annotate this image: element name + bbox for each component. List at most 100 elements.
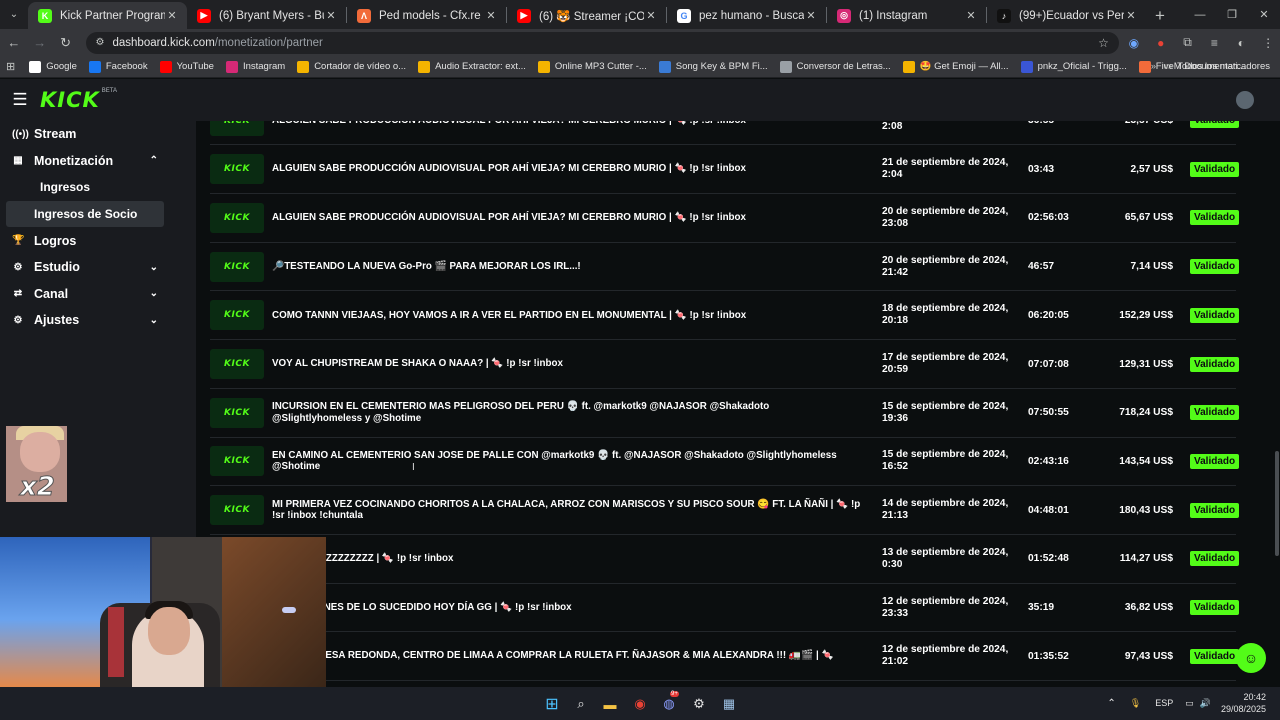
bookmark-item[interactable]: pnkz_Oficial - Trigg... [1020, 60, 1127, 73]
sidebar-item-estudio[interactable]: ⚙ Estudio ⌄ [0, 254, 196, 281]
browser-tab[interactable]: K Kick Partner Program - Kick Da✕ [28, 2, 187, 29]
back-icon[interactable]: ← [2, 31, 26, 55]
tab-close-icon[interactable]: ✕ [165, 9, 179, 22]
table-row[interactable]: KICK INCURSION EN EL CEMENTERIO MAS PELIG… [210, 389, 1240, 438]
chevron-up-icon[interactable]: ⌃ [150, 155, 158, 166]
bookmark-item[interactable]: Audio Extractor: ext... [418, 60, 526, 73]
extension-icon[interactable]: ● [1149, 31, 1173, 55]
tab-close-icon[interactable]: ✕ [1124, 9, 1138, 22]
windows-start-icon[interactable]: ⊞ [543, 695, 561, 713]
new-tab-button[interactable]: + [1146, 2, 1174, 29]
table-row[interactable]: KICKZZZZZZZZZZZZZZZZZ | 🍬 !p !sr !inbox1… [210, 535, 1240, 584]
table-row[interactable]: KICK EN CAMINO AL CEMENTERIO SAN JOSE DE … [210, 438, 1240, 487]
steam-icon[interactable]: ⚙ [690, 695, 708, 713]
bookmark-item[interactable]: Song Key & BPM Fi... [658, 60, 768, 73]
browser-tab[interactable]: Λ Ped models - Cfx.re Docs✕ [347, 2, 506, 29]
clock[interactable]: 20:42 29/08/2025 [1221, 691, 1266, 715]
restore-icon[interactable]: ❐ [1216, 0, 1248, 29]
stream-title[interactable]: ALGUIEN SABE PRODUCCIÓN AUDIOVISUAL POR … [272, 212, 862, 224]
stream-thumbnail[interactable]: KICK [210, 300, 264, 331]
search-icon[interactable]: ⌕ [572, 695, 590, 713]
bookmark-star-icon[interactable]: ☆ [1098, 36, 1109, 50]
table-row[interactable]: KICK ALGUIEN SABE PRODUCCIÓN AUDIOVISUAL … [210, 194, 1240, 243]
language-indicator[interactable]: ESP [1155, 698, 1173, 708]
stream-thumbnail[interactable]: KICK [210, 202, 264, 233]
stream-title[interactable]: CLARACIONES DE LO SUCEDIDO HOY DÍA GG | … [272, 602, 862, 614]
sidebar-item-stream[interactable]: ((•)) Stream [0, 121, 196, 148]
extensions-puzzle-icon[interactable]: ⧉ [1176, 31, 1200, 55]
sidebar-item-monetización[interactable]: ▦ Monetización ⌃ [0, 148, 196, 175]
stream-title[interactable]: MI PRIMERA VEZ COCINANDO CHORITOS A LA C… [272, 499, 862, 522]
stream-title[interactable]: ALGUIEN SABE PRODUCCIÓN AUDIOVISUAL POR … [272, 121, 862, 126]
stream-title[interactable]: EN CAMINO AL CEMENTERIO SAN JOSE DE PALL… [272, 450, 862, 473]
stream-title[interactable]: VOY AL CHUPISTREAM DE SHAKA O NAAA? | 🍬 … [272, 358, 862, 370]
calculator-icon[interactable]: ▦ [720, 695, 738, 713]
close-window-icon[interactable]: ✕ [1248, 0, 1280, 29]
stream-title[interactable]: 🔎TESTEANDO LA NUEVA Go-Pro 🎬 PARA MEJORA… [272, 261, 862, 273]
tab-close-icon[interactable]: ✕ [324, 9, 338, 22]
bookmark-item[interactable]: Google [29, 60, 77, 73]
stream-thumbnail[interactable]: KICK [210, 349, 264, 380]
tab-close-icon[interactable]: ✕ [644, 9, 658, 22]
browser-tab[interactable]: ▶ (6) Bryant Myers - Burlao (Vide✕ [187, 2, 346, 29]
browser-tab[interactable]: ♪ (99+)Ecuador vs Perú: Cuartos✕ [987, 2, 1146, 29]
stream-thumbnail[interactable]: KICK [210, 154, 264, 185]
bookmark-item[interactable]: Online MP3 Cutter -... [537, 60, 647, 73]
chevron-down-icon[interactable]: ⌄ [150, 262, 158, 273]
browser-tab[interactable]: ▶ (6) 🐯 Streamer ¡COMPRA UN✕ [507, 2, 666, 29]
bookmark-item[interactable]: Cortador de vídeo o... [297, 60, 406, 73]
support-chat-icon[interactable]: ☺ [1236, 643, 1266, 673]
sidebar-item-canal[interactable]: ⇄ Canal ⌄ [0, 281, 196, 308]
chevron-down-icon[interactable]: ⌄ [150, 288, 158, 299]
all-bookmarks-folder[interactable]: ▭ Todos los marcadores [1163, 61, 1270, 72]
stream-title[interactable]: COMO TANNN VIEJAAS, HOY VAMOS A IR A VER… [272, 310, 862, 322]
stream-thumbnail[interactable]: KICK [210, 495, 264, 526]
file-explorer-icon[interactable]: ▬ [601, 695, 619, 713]
table-row[interactable]: KICKCLARACIONES DE LO SUCEDIDO HOY DÍA G… [210, 584, 1240, 633]
hamburger-menu-icon[interactable]: ☰ [0, 90, 40, 110]
tray-overflow-icon[interactable]: ⌃ [1107, 698, 1115, 709]
page-scrollbar[interactable] [1274, 121, 1280, 687]
sidebar-item-logros[interactable]: 🏆 Logros [0, 227, 196, 254]
browser-tab[interactable]: ◎ (1) Instagram ✕ [827, 2, 986, 29]
tab-close-icon[interactable]: ✕ [484, 9, 498, 22]
microphone-icon[interactable]: 🎙 [1130, 698, 1141, 709]
table-row[interactable]: KICK 🔎TESTEANDO LA NUEVA Go-Pro 🎬 PARA ME… [210, 243, 1240, 292]
site-info-icon[interactable]: ⚙ [96, 37, 105, 48]
extension-icon[interactable]: ◉ [1122, 31, 1146, 55]
bookmark-item[interactable]: YouTube [159, 60, 214, 73]
kick-logo[interactable]: KICK BETA [40, 88, 117, 112]
apps-icon[interactable]: ⊞ [6, 60, 15, 73]
table-row[interactable]: KICK ALGUIEN SABE PRODUCCIÓN AUDIOVISUAL … [210, 121, 1240, 146]
table-row[interactable]: KICK VOY AL CHUPISTREAM DE SHAKA O NAAA? … [210, 340, 1240, 389]
chevron-down-icon[interactable]: ⌄ [150, 315, 158, 326]
chrome-menu-icon[interactable]: ⋮ [1256, 31, 1280, 55]
reload-icon[interactable]: ↻ [54, 31, 78, 55]
minimize-icon[interactable]: — [1184, 0, 1216, 29]
tab-close-icon[interactable]: ✕ [804, 9, 818, 22]
chrome-icon[interactable]: ◉ [631, 695, 649, 713]
bookmark-item[interactable]: 🤩 Get Emoji — All... [902, 60, 1009, 73]
tab-close-icon[interactable]: ✕ [964, 9, 978, 22]
profile-avatar-icon[interactable]: ◐ [1229, 31, 1253, 55]
stream-title[interactable]: SS PARA MESA REDONDA, CENTRO DE LIMAA A … [272, 650, 862, 662]
bookmark-item[interactable]: Conversor de Letras... [779, 60, 891, 73]
table-row[interactable]: KICK ALGUIEN SABE PRODUCCIÓN AUDIOVISUAL … [210, 145, 1240, 195]
sidebar-item-ajustes[interactable]: ⚙ Ajustes ⌄ [0, 307, 196, 334]
network-icon[interactable]: ▭ [1185, 698, 1194, 709]
stream-title[interactable]: INCURSION EN EL CEMENTERIO MAS PELIGROSO… [272, 401, 862, 424]
scrollbar-thumb[interactable] [1275, 451, 1279, 556]
stream-thumbnail[interactable]: KICK [210, 251, 264, 282]
browser-tab[interactable]: Gpez humano - Buscar con Goog✕ [667, 2, 826, 29]
stream-thumbnail[interactable]: KICK [210, 121, 264, 136]
sidebar-subitem[interactable]: Ingresos [6, 174, 164, 201]
volume-icon[interactable]: 🔊 [1200, 698, 1211, 709]
stream-title[interactable]: ALGUIEN SABE PRODUCCIÓN AUDIOVISUAL POR … [272, 163, 862, 175]
table-row[interactable]: KICK MI PRIMERA VEZ COCINANDO CHORITOS A … [210, 486, 1240, 535]
bookmark-item[interactable]: Facebook [88, 60, 148, 73]
table-row[interactable]: KICKSS PARA MESA REDONDA, CENTRO DE LIMA… [210, 632, 1240, 682]
table-row[interactable]: KICK COMO TANNN VIEJAAS, HOY VAMOS A IR A… [210, 292, 1240, 341]
reading-list-icon[interactable]: ≡ [1202, 31, 1226, 55]
forward-icon[interactable]: → [28, 31, 52, 55]
bookmarks-overflow-icon[interactable]: » [1151, 61, 1156, 72]
